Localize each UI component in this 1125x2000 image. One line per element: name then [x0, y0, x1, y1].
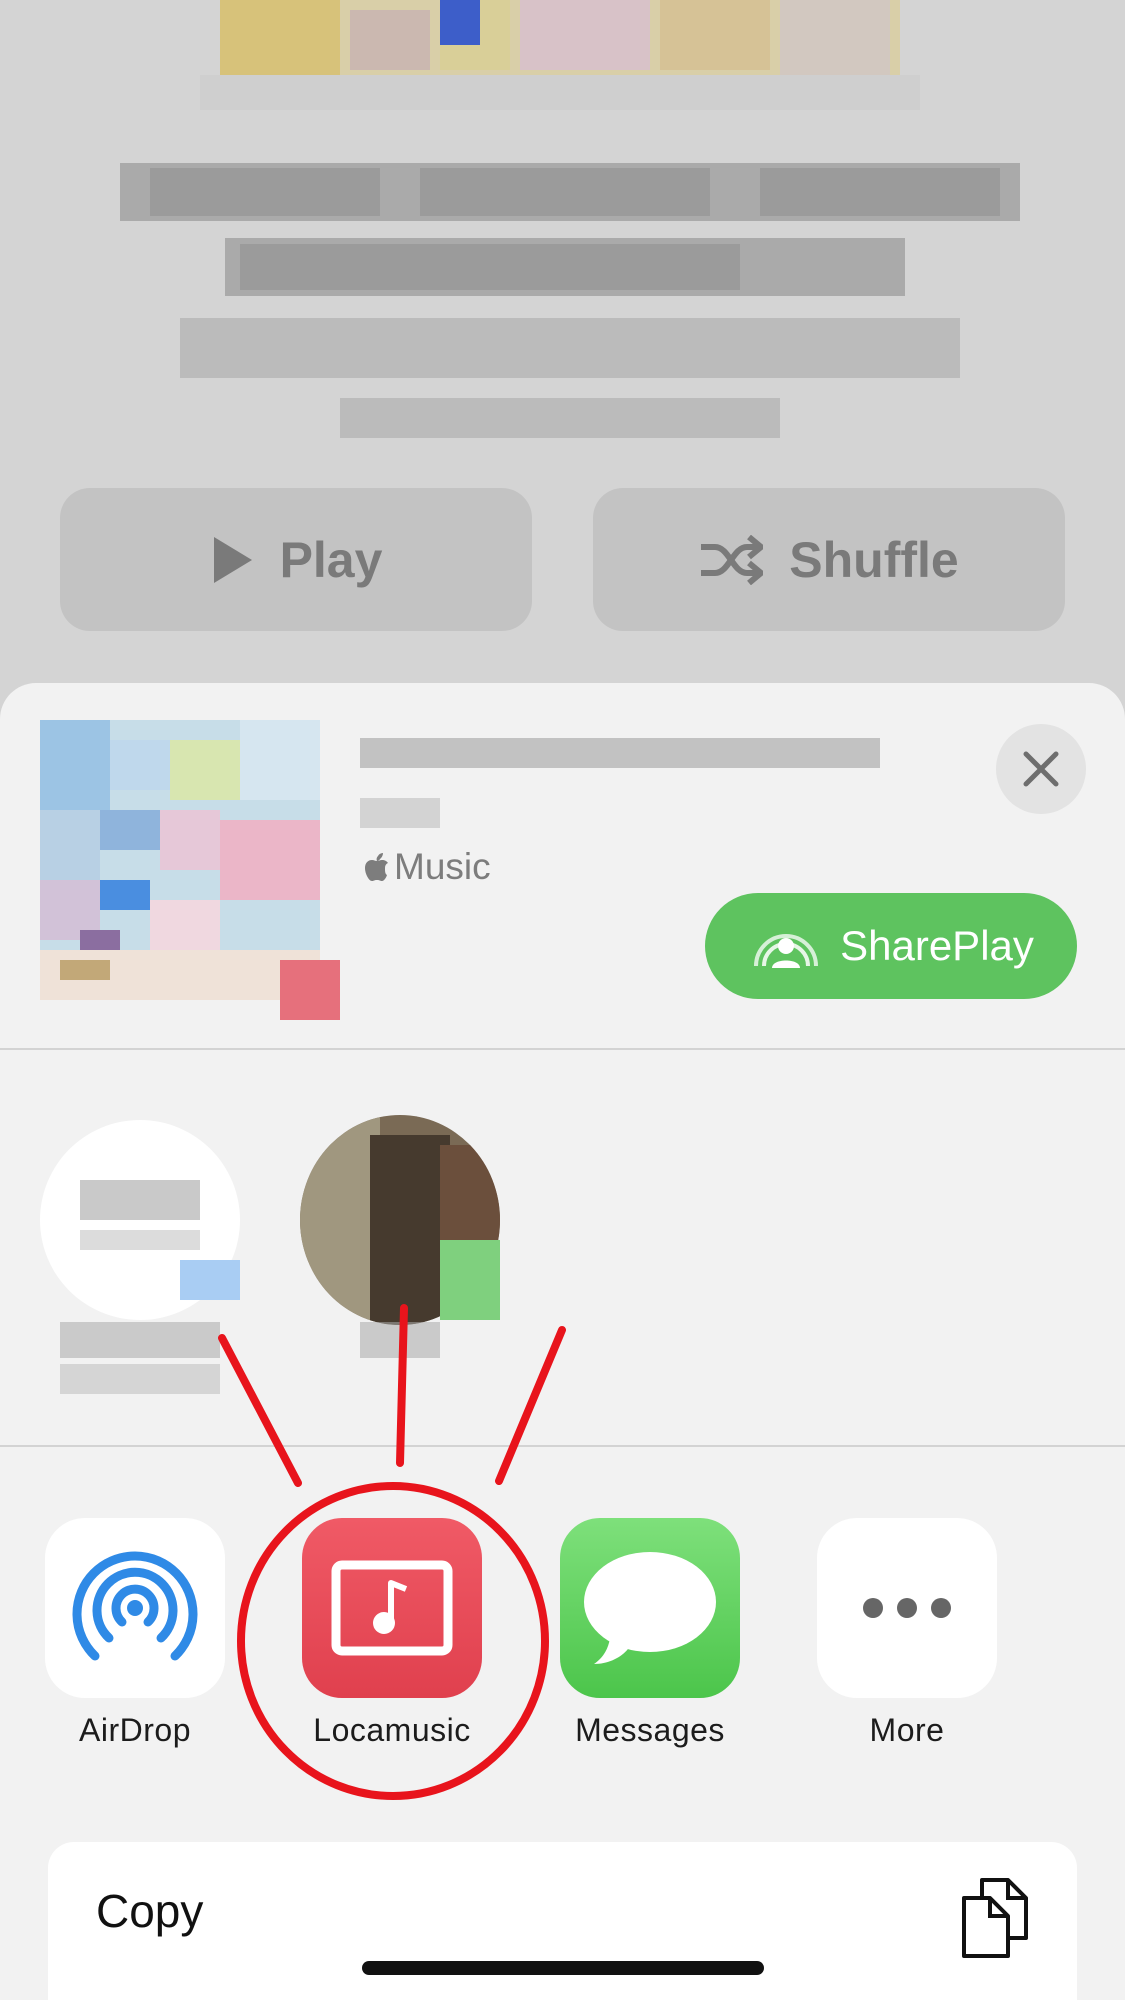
header-divider [0, 1048, 1125, 1050]
shareplay-label: SharePlay [840, 922, 1034, 969]
locamusic-icon [331, 1560, 453, 1656]
app-label: AirDrop [79, 1712, 191, 1748]
app-airdrop[interactable]: AirDrop [45, 1518, 225, 1749]
app-messages[interactable]: Messages [560, 1518, 740, 1749]
song-artist [360, 798, 440, 828]
contact-name [360, 1322, 440, 1358]
locamusic-tile [302, 1518, 482, 1698]
close-button[interactable] [996, 724, 1086, 814]
home-indicator[interactable] [362, 1961, 764, 1975]
messages-tile [560, 1518, 740, 1698]
copy-action[interactable]: Copy [48, 1842, 1077, 2000]
apple-music-tag: Music [364, 846, 491, 888]
play-icon [213, 536, 252, 583]
shareplay-button[interactable]: SharePlay [705, 893, 1077, 999]
shuffle-icon [701, 534, 764, 585]
more-icon [863, 1598, 951, 1618]
contacts-divider [0, 1445, 1125, 1447]
copy-icon [962, 1878, 1028, 1958]
song-artwork-thumbnail [40, 720, 340, 1020]
airdrop-badge [180, 1260, 240, 1300]
copy-label: Copy [96, 1885, 204, 1937]
album-artwork-blurred [200, 0, 920, 110]
shuffle-button-label: Shuffle [789, 531, 959, 588]
airdrop-icon [72, 1551, 198, 1661]
airdrop-tile [45, 1518, 225, 1698]
app-locamusic[interactable]: Locamusic [302, 1518, 482, 1749]
play-button[interactable]: Play [60, 488, 532, 631]
contact-subtitle [60, 1364, 220, 1394]
messages-icon [584, 1552, 716, 1664]
app-label: Messages [575, 1712, 725, 1748]
app-more[interactable]: More [817, 1518, 997, 1749]
more-tile [817, 1518, 997, 1698]
contact-name [60, 1322, 220, 1358]
close-icon [1023, 751, 1059, 787]
album-page-background: Play Shuffle [0, 0, 1125, 720]
messages-badge [440, 1240, 500, 1320]
play-button-label: Play [279, 531, 383, 588]
shuffle-button[interactable]: Shuffle [593, 488, 1065, 631]
music-source-label: Music [394, 846, 491, 887]
share-apps-row: AirDrop Locamusic Messages More [0, 1518, 1125, 1758]
apple-logo-icon [365, 853, 388, 881]
app-label: Locamusic [313, 1712, 471, 1748]
shareplay-icon [754, 934, 819, 968]
app-label: More [869, 1712, 945, 1748]
song-title [360, 738, 880, 768]
